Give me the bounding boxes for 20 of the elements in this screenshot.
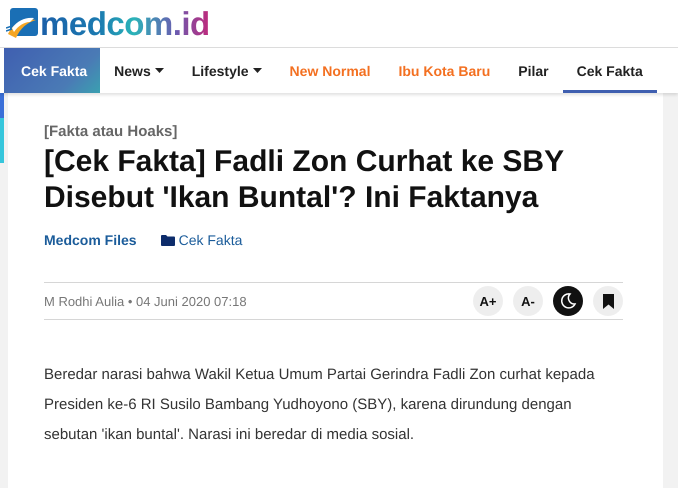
bookmark-button[interactable] xyxy=(593,286,623,316)
article-title: [Cek Fakta] Fadli Zon Curhat ke SBY Disebut 'Ikan Buntal'? Ini Faktanya xyxy=(44,144,565,216)
article-kicker: [Fakta atau Hoaks] xyxy=(44,123,178,140)
source-link[interactable]: Medcom Files xyxy=(44,232,137,248)
font-size-button[interactable]: A+ xyxy=(473,286,503,316)
caret-icon xyxy=(252,68,262,73)
byline: M Rodhi Aulia • 04 Juni 2020 07:18 xyxy=(44,294,247,308)
eagle-logo-icon xyxy=(6,8,38,40)
nav-item[interactable]: Lifestyle xyxy=(178,48,276,93)
moon-icon xyxy=(559,292,577,310)
font-size-button[interactable]: A- xyxy=(513,286,543,316)
caret-icon xyxy=(154,68,164,73)
folder-icon xyxy=(160,234,175,246)
nav-item[interactable]: News xyxy=(100,48,178,93)
category-link[interactable]: Cek Fakta xyxy=(178,232,242,248)
article-paragraph: Beredar narasi bahwa Wakil Ketua Umum Partai Gerindra Fadli Zon curhat kepada Presiden ke-6 RI Susilo Bambang Yudhoyono (SBY), karena dirundung dengan sebutan 'ikan buntal'. Narasi ini beredar di media sosial. xyxy=(44,365,596,445)
dark-mode-button[interactable] xyxy=(553,286,583,316)
bookmark-icon xyxy=(602,294,614,308)
nav-item[interactable]: Pilar xyxy=(504,48,563,93)
section-label[interactable]: Cek Fakta xyxy=(4,48,100,93)
